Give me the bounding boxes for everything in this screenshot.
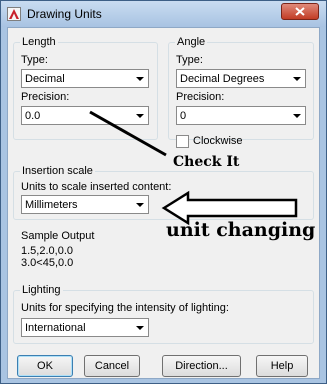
annotation-check-it: Check It <box>173 154 240 170</box>
annotation-pointer-line <box>89 110 167 157</box>
annotation-overlay <box>89 110 298 226</box>
annotation-unit-changing: unit changing <box>166 219 316 241</box>
